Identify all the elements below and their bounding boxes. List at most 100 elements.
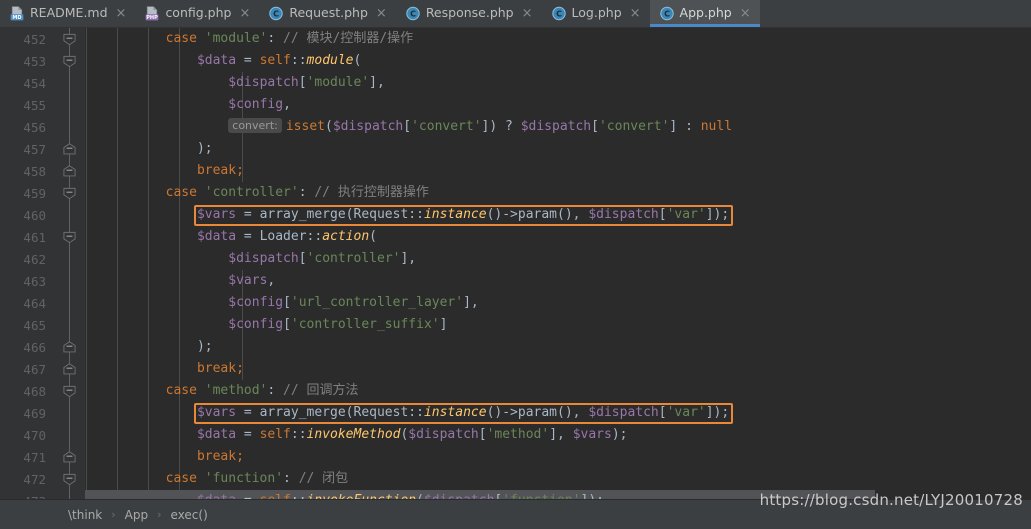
- code-tokens: );: [85, 336, 213, 358]
- token-plain: ::: [291, 493, 307, 499]
- token-kw: null: [700, 119, 733, 134]
- code-tokens: case 'method': // 回调方法: [85, 380, 359, 402]
- code-tokens: $data = self::invokeFunction($dispatch['…: [85, 490, 604, 499]
- token-kw: break;: [196, 163, 244, 178]
- token-plain: );: [196, 339, 213, 354]
- fold-spacer: [55, 402, 85, 424]
- fold-toggle-expand-up[interactable]: [55, 160, 85, 182]
- editor-tab-config-php[interactable]: PHP config.php ×: [135, 0, 259, 27]
- token-fn: instance: [423, 405, 487, 420]
- breadcrumb-item[interactable]: exec(): [169, 508, 210, 522]
- token-kw: case: [165, 471, 205, 486]
- editor-window: MD README.md × PHP config.php × C Request.php × C…: [0, 0, 1031, 529]
- token-var: $data: [197, 493, 236, 499]
- token-plain: ]);: [705, 405, 730, 420]
- close-icon[interactable]: ×: [374, 7, 387, 20]
- editor-tab-app-php[interactable]: C App.php ×: [649, 0, 760, 27]
- token-var: $vars: [572, 427, 612, 442]
- line-number: 471: [23, 449, 46, 465]
- fold-toggle-expand-up[interactable]: [55, 336, 85, 358]
- line-number: 461: [23, 229, 46, 245]
- php-class-icon: C: [659, 6, 674, 21]
- code-tokens: $config['url_controller_layer'],: [85, 292, 478, 314]
- code-tokens: $config,: [85, 94, 291, 116]
- close-icon[interactable]: ×: [237, 7, 250, 20]
- token-fn: instance: [423, 207, 487, 222]
- line-number: 456: [23, 119, 46, 135]
- fold-spacer: [55, 270, 85, 292]
- token-plain: (: [369, 229, 377, 244]
- token-plain: =: [236, 53, 260, 68]
- token-var: $config: [228, 97, 284, 112]
- token-var: $dispatch: [588, 207, 659, 222]
- token-cmt: // 闭包: [298, 471, 349, 486]
- token-plain: [: [283, 295, 291, 310]
- fold-toggle-collapse-down[interactable]: [55, 50, 85, 72]
- line-number: 463: [23, 273, 46, 289]
- line-number: 469: [23, 405, 46, 421]
- token-plain: ]) ?: [481, 119, 521, 134]
- token-plain: ]: [439, 317, 448, 332]
- editor-tab-log-php[interactable]: C Log.php ×: [542, 0, 650, 27]
- fold-spacer: [55, 116, 85, 138]
- token-plain: = array_merge(Request::: [236, 405, 424, 420]
- close-icon[interactable]: ×: [738, 7, 751, 20]
- token-kw: self: [259, 53, 291, 68]
- breadcrumb-item[interactable]: App: [123, 508, 150, 522]
- editor-tab-readme-md[interactable]: MD README.md ×: [0, 0, 135, 27]
- fold-toggle-expand-up[interactable]: [55, 446, 85, 468]
- line-number: 452: [23, 31, 46, 47]
- token-str: 'controller': [204, 185, 299, 200]
- line-number: 466: [23, 339, 46, 355]
- line-number: 462: [23, 251, 46, 267]
- token-cmt: // 回调方法: [283, 383, 359, 398]
- close-icon[interactable]: ×: [114, 7, 127, 20]
- token-plain: [: [658, 207, 667, 222]
- editor-tab-response-php[interactable]: C Response.php ×: [396, 0, 542, 27]
- line-number: 460: [23, 207, 46, 223]
- fold-toggle-collapse-down[interactable]: [55, 28, 85, 50]
- chevron-right-icon: ›: [157, 508, 162, 521]
- token-str: 'module': [306, 75, 370, 90]
- line-number: 453: [23, 53, 46, 69]
- fold-toggle-collapse-down[interactable]: [55, 226, 85, 248]
- token-fn: invokeMethod: [306, 427, 401, 442]
- svg-text:C: C: [556, 10, 562, 19]
- code-tokens: $vars = array_merge(Request::instance()-…: [85, 204, 729, 226]
- token-var: $dispatch: [408, 427, 479, 442]
- fold-toggle-collapse-down[interactable]: [55, 380, 85, 402]
- code-editor[interactable]: 452 case 'module': // 模块/控制器/操作 453 $data =…: [0, 28, 1031, 499]
- close-icon[interactable]: ×: [628, 7, 641, 20]
- token-plain: = Loader::: [236, 229, 323, 244]
- token-kw: self: [260, 493, 291, 499]
- line-number: 473: [0, 494, 55, 500]
- breadcrumb-item[interactable]: \think: [66, 508, 104, 522]
- token-plain: (: [353, 53, 362, 68]
- close-icon[interactable]: ×: [520, 7, 533, 20]
- fold-toggle-expand-up[interactable]: [55, 358, 85, 380]
- line-number: 470: [23, 427, 46, 443]
- fold-toggle-collapse-down[interactable]: [55, 468, 85, 490]
- code-tokens: case 'function': // 闭包: [85, 468, 349, 490]
- editor-tab-request-php[interactable]: C Request.php ×: [259, 0, 395, 27]
- token-plain: :: [298, 185, 315, 200]
- token-fn: action: [322, 229, 370, 244]
- token-plain: ],: [369, 75, 385, 90]
- markdown-file-icon: MD: [10, 6, 24, 21]
- svg-text:MD: MD: [12, 15, 21, 21]
- editor-tab-label: App.php: [679, 5, 732, 21]
- token-fn: invokeFunction: [307, 493, 417, 499]
- token-var: $config: [228, 317, 284, 332]
- fold-toggle-expand-up[interactable]: [55, 138, 85, 160]
- token-str: 'var': [666, 207, 706, 222]
- token-kw: case: [165, 31, 205, 46]
- fold-toggle-collapse-down[interactable]: [55, 182, 85, 204]
- code-tokens: convert: isset($dispatch['convert']) ? $d…: [85, 116, 732, 138]
- token-kw: self: [259, 427, 291, 442]
- token-plain: =: [236, 493, 259, 499]
- php-class-icon: C: [269, 6, 284, 21]
- line-number: 464: [23, 295, 46, 311]
- php-class-icon: C: [406, 6, 420, 21]
- token-str: 'method': [486, 427, 550, 442]
- token-str: 'function': [204, 471, 284, 486]
